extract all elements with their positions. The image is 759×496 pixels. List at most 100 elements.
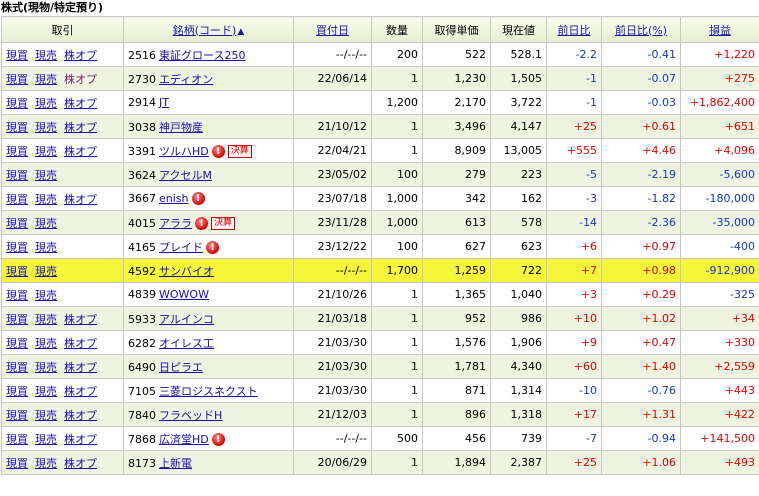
quantity: 1 <box>371 306 423 331</box>
stock-name-link[interactable]: 上新電 <box>159 457 192 470</box>
stock-option-link[interactable]: 株オプ <box>64 313 97 326</box>
sell-link[interactable]: 現売 <box>35 121 57 134</box>
sort-chgp-link[interactable]: 前日比(%) <box>615 24 667 37</box>
alert-icon[interactable]: ! <box>211 145 225 158</box>
stock-option-link[interactable]: 株オプ <box>64 193 97 206</box>
sort-date-link[interactable]: 買付日 <box>316 24 349 37</box>
day-change: +10 <box>546 306 602 331</box>
sell-link[interactable]: 現売 <box>35 289 57 302</box>
sort-name-link[interactable]: 銘柄(コード) <box>173 24 237 37</box>
sell-link[interactable]: 現売 <box>35 385 57 398</box>
sell-link[interactable]: 現売 <box>35 97 57 110</box>
stock-name-link[interactable]: エディオン <box>159 73 213 86</box>
alert-icon[interactable]: ! <box>191 192 205 206</box>
current-price: 4,340 <box>490 354 547 379</box>
buy-link[interactable]: 現買 <box>6 97 28 110</box>
alert-icon[interactable]: ! <box>211 433 225 446</box>
purchase-date: --/--/-- <box>293 426 372 451</box>
sell-link[interactable]: 現売 <box>35 313 57 326</box>
sell-link[interactable]: 現売 <box>35 145 57 158</box>
sell-link[interactable]: 現売 <box>35 49 57 62</box>
stock-option-link[interactable]: 株オプ <box>64 409 97 422</box>
stock-name-link[interactable]: プレイド <box>159 241 203 254</box>
profit-loss: +651 <box>680 114 759 139</box>
stock-name-link[interactable]: enish <box>159 192 189 205</box>
stock-name-link[interactable]: ツルハHD <box>159 145 209 158</box>
purchase-date: 23/11/28 <box>293 210 372 235</box>
buy-link[interactable]: 現買 <box>6 217 28 230</box>
sell-link[interactable]: 現売 <box>35 193 57 206</box>
buy-link[interactable]: 現買 <box>6 241 28 254</box>
buy-link[interactable]: 現買 <box>6 385 28 398</box>
buy-link[interactable]: 現買 <box>6 409 28 422</box>
sort-pl-link[interactable]: 損益 <box>709 24 731 37</box>
sell-link[interactable]: 現売 <box>35 217 57 230</box>
stock-name-link[interactable]: アクセルM <box>159 169 212 182</box>
sell-link[interactable]: 現売 <box>35 241 57 254</box>
stock-option-link[interactable]: 株オプ <box>64 121 97 134</box>
current-price: 4,147 <box>490 114 547 139</box>
buy-link[interactable]: 現買 <box>6 289 28 302</box>
sort-chg-link[interactable]: 前日比 <box>558 24 591 37</box>
alert-icon[interactable]: ! <box>195 217 208 230</box>
sell-link[interactable]: 現売 <box>35 265 57 278</box>
stock-option-link[interactable]: 株オプ <box>64 433 97 446</box>
header-cost: 取得単価 <box>422 16 491 43</box>
header-chg[interactable]: 前日比 <box>546 16 602 43</box>
stock-option-link[interactable]: 株オプ <box>64 97 97 110</box>
sell-link[interactable]: 現売 <box>35 361 57 374</box>
buy-link[interactable]: 現買 <box>6 121 28 134</box>
header-pl[interactable]: 損益 <box>680 16 759 43</box>
stock-name-link[interactable]: フラベッドH <box>159 409 222 422</box>
acquisition-price: 456 <box>422 426 491 451</box>
sell-link[interactable]: 現売 <box>35 433 57 446</box>
name-cell: 2730 エディオン <box>123 66 294 91</box>
stock-name-link[interactable]: アルインコ <box>159 313 214 326</box>
stock-option-link[interactable]: 株オプ <box>64 457 97 470</box>
alert-icon[interactable]: ! <box>206 241 219 254</box>
stock-name-link[interactable]: 東証グロース250 <box>159 49 245 62</box>
stock-option-link[interactable]: 株オプ <box>64 337 97 350</box>
trade-cell: 現買 現売 株オプ <box>1 306 124 331</box>
holding-row: 現買 現売 株オプ 3391 ツルハHD! 決算 22/04/21 1 8,909 13,005 +… <box>1 138 759 163</box>
stock-name-link[interactable]: JT <box>159 96 169 109</box>
stock-name-link[interactable]: WOWOW <box>159 288 209 301</box>
stock-name-link[interactable]: サンバイオ <box>159 265 214 278</box>
trade-cell: 現買 現売 株オプ <box>1 402 124 427</box>
header-chgp[interactable]: 前日比(%) <box>601 16 681 43</box>
buy-link[interactable]: 現買 <box>6 361 28 374</box>
sell-link[interactable]: 現売 <box>35 73 57 86</box>
stock-name-link[interactable]: 広済堂HD <box>159 433 209 446</box>
buy-link[interactable]: 現買 <box>6 169 28 182</box>
buy-link[interactable]: 現買 <box>6 193 28 206</box>
stock-code: 4015 <box>128 216 156 230</box>
quantity: 1 <box>371 330 423 355</box>
buy-link[interactable]: 現買 <box>6 73 28 86</box>
buy-link[interactable]: 現買 <box>6 433 28 446</box>
buy-link[interactable]: 現買 <box>6 457 28 470</box>
sell-link[interactable]: 現売 <box>35 337 57 350</box>
header-date[interactable]: 買付日 <box>293 16 372 43</box>
sell-link[interactable]: 現売 <box>35 169 57 182</box>
stock-option-link[interactable]: 株オプ <box>64 145 97 158</box>
header-name[interactable]: 銘柄(コード)▲ <box>123 16 294 43</box>
stock-name-link[interactable]: アララ <box>159 217 192 230</box>
purchase-date: 21/03/18 <box>293 306 372 331</box>
buy-link[interactable]: 現買 <box>6 313 28 326</box>
day-change: +25 <box>546 450 602 475</box>
stock-option-link[interactable]: 株オプ <box>64 361 97 374</box>
stock-name-link[interactable]: 日ピラエ <box>159 361 203 374</box>
sell-link[interactable]: 現売 <box>35 457 57 470</box>
sell-link[interactable]: 現売 <box>35 409 57 422</box>
stock-option-link[interactable]: 株オプ <box>64 49 97 62</box>
buy-link[interactable]: 現買 <box>6 265 28 278</box>
stock-name-link[interactable]: 神戸物産 <box>159 121 203 134</box>
stock-option-link[interactable]: 株オプ <box>64 385 97 398</box>
stock-name-link[interactable]: オイレス工 <box>159 337 214 350</box>
day-change: -1 <box>546 66 602 91</box>
buy-link[interactable]: 現買 <box>6 145 28 158</box>
acquisition-price: 522 <box>422 42 491 67</box>
stock-name-link[interactable]: 三菱ロジスネクスト <box>159 385 258 398</box>
buy-link[interactable]: 現買 <box>6 337 28 350</box>
buy-link[interactable]: 現買 <box>6 49 28 62</box>
